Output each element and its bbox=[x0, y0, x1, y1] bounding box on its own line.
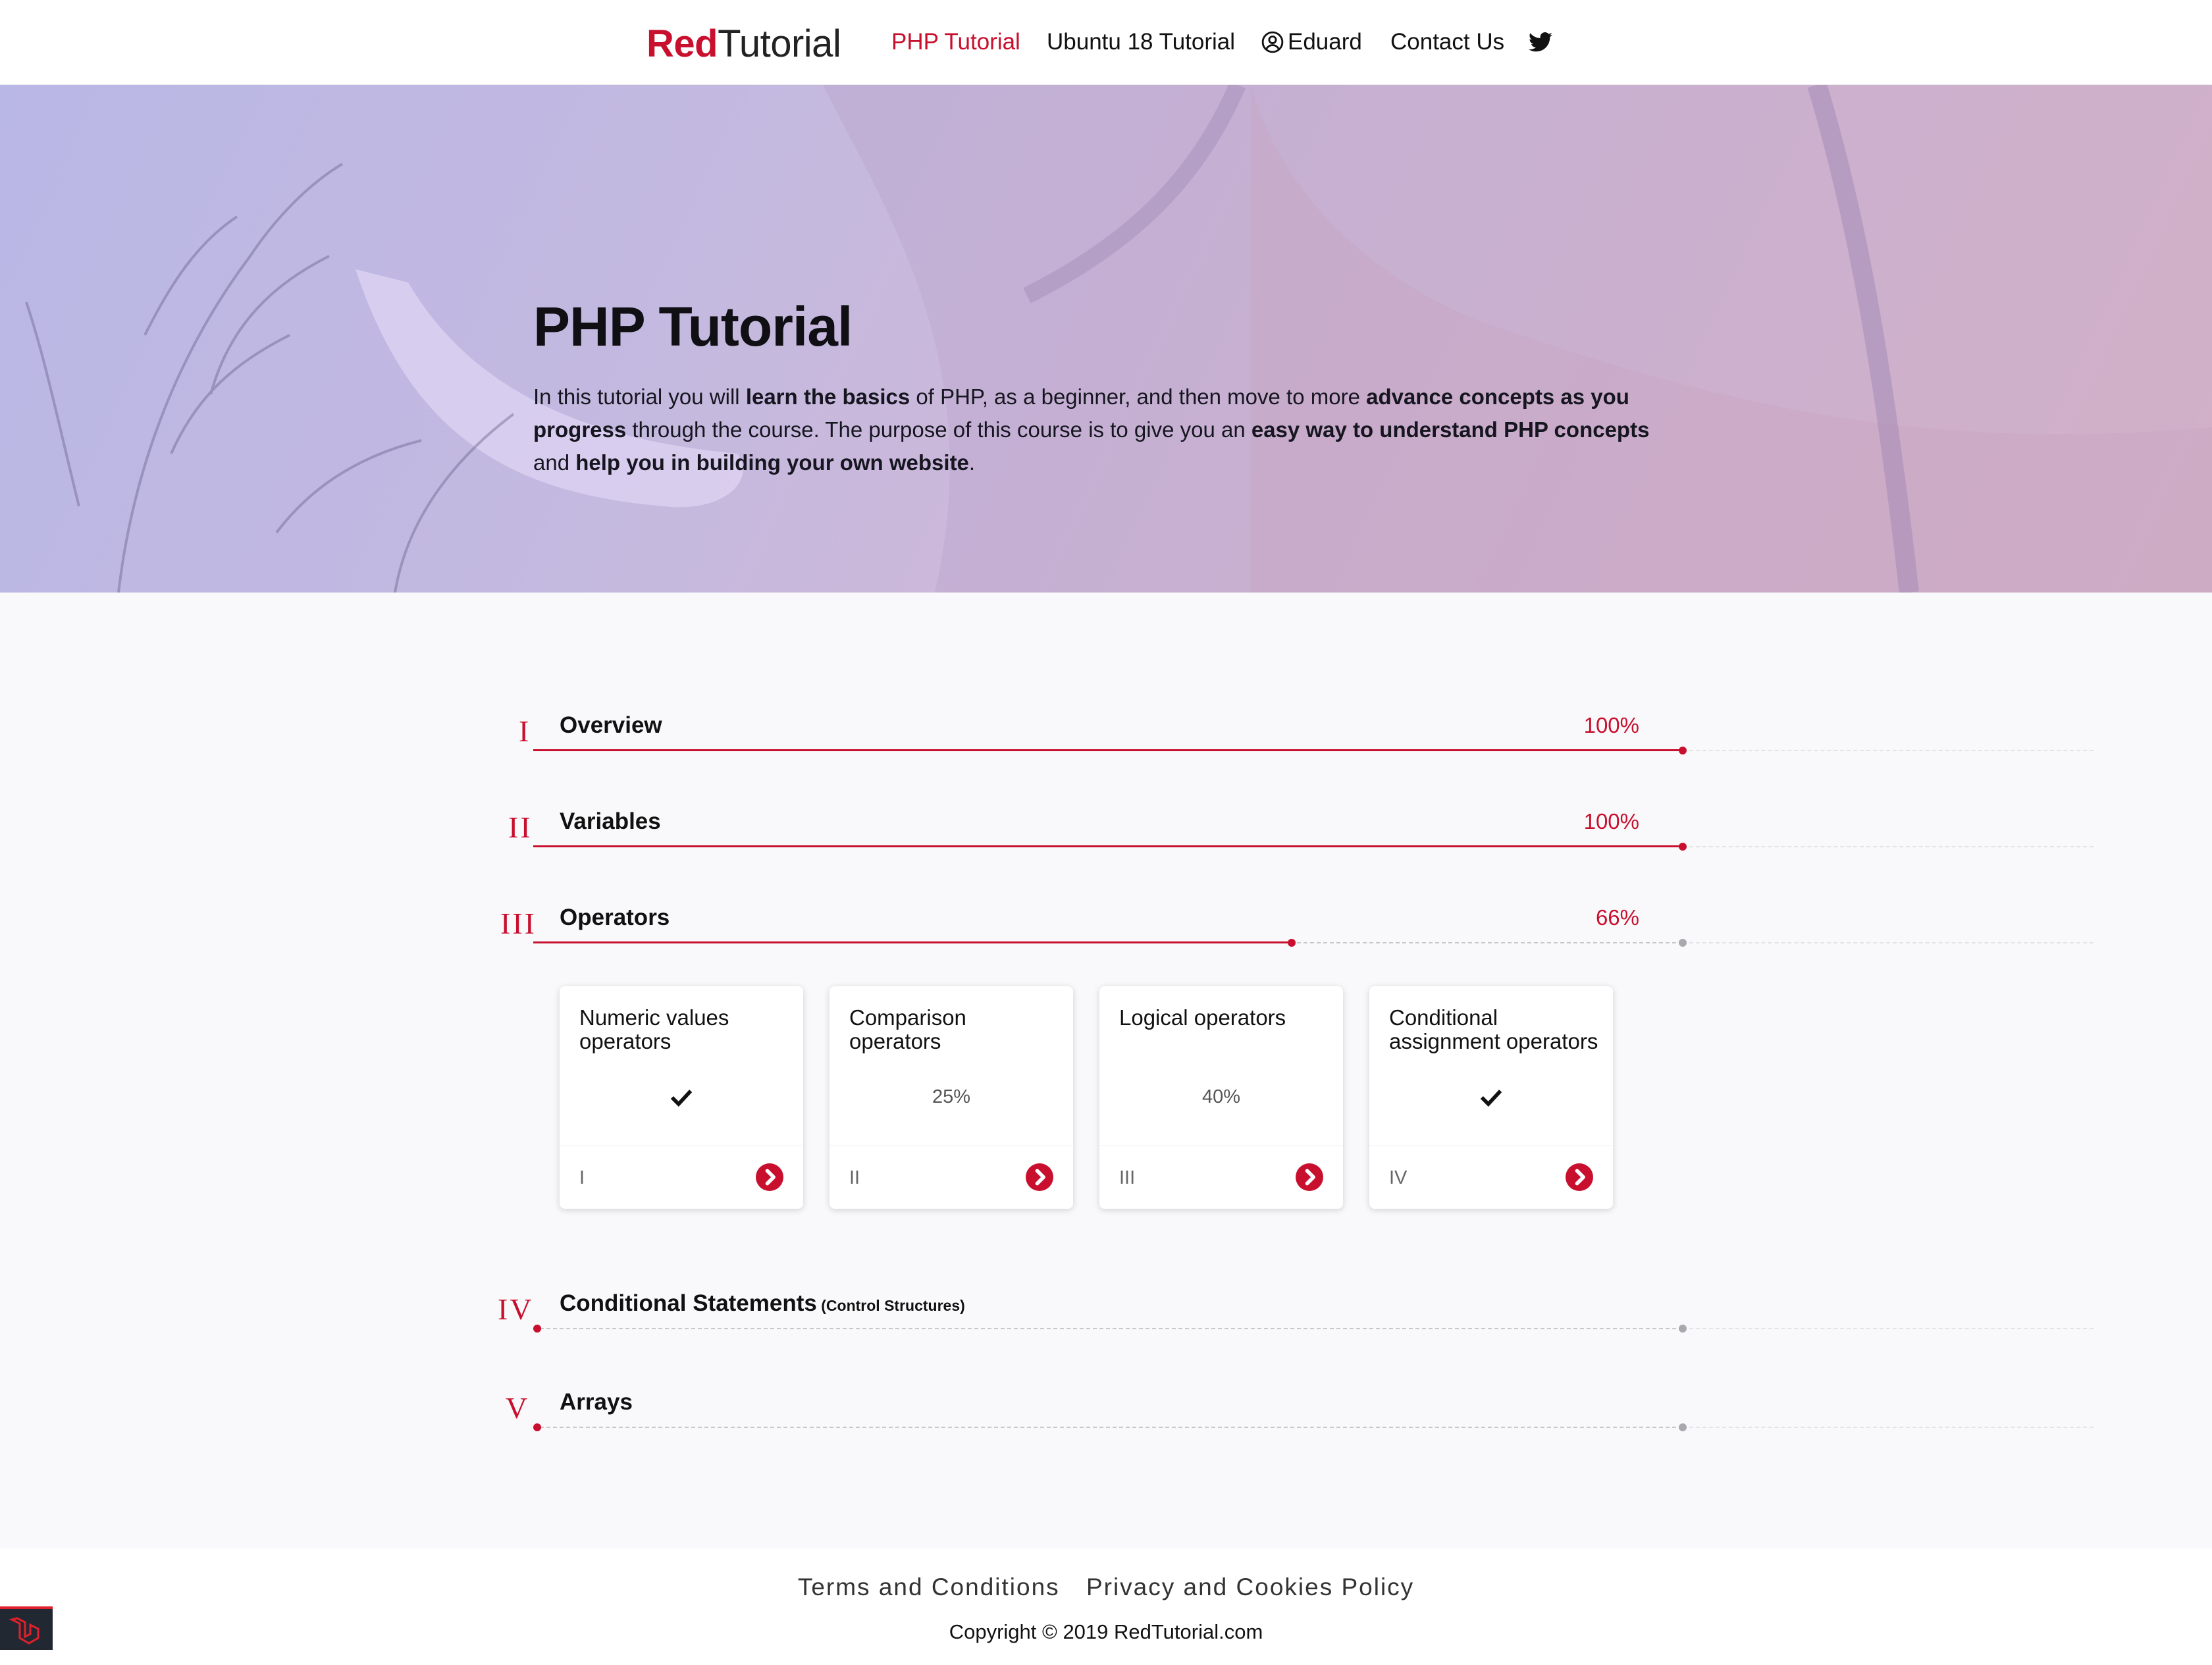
hero-text-bold-segment: learn the basics bbox=[745, 384, 910, 409]
section-roman-numeral: V bbox=[506, 1391, 530, 1425]
lesson-card-title: Numeric values operators bbox=[579, 1005, 729, 1053]
section-roman-numeral: III bbox=[500, 907, 537, 940]
nav-link-contact-us[interactable]: Contact Us bbox=[1390, 28, 1504, 57]
section-progress-fill bbox=[533, 749, 1683, 751]
section-progress-track bbox=[533, 1328, 1683, 1329]
section-title-operators[interactable]: Operators bbox=[560, 903, 670, 932]
user-circle-icon bbox=[1261, 31, 1284, 53]
section-track-extension bbox=[1683, 1427, 2094, 1428]
section-progress-dot bbox=[533, 1423, 541, 1431]
section-track-extension bbox=[1683, 750, 2094, 751]
hero-text-segment: . bbox=[968, 450, 976, 475]
lesson-card-number: I bbox=[579, 1167, 585, 1188]
laravel-debug-badge[interactable] bbox=[0, 1606, 53, 1650]
section-track-end-dot bbox=[1679, 1423, 1687, 1431]
copyright: Copyright © 2019 RedTutorial.com bbox=[949, 1620, 1263, 1643]
lesson-card-title: Conditional assignment operators bbox=[1389, 1005, 1598, 1053]
section-title-conditional-statements[interactable]: Conditional Statements (Control Structur… bbox=[560, 1289, 965, 1320]
checkmark-icon bbox=[1480, 1090, 1502, 1107]
section-progress-track bbox=[533, 1427, 1683, 1428]
hero-text-segment: In this tutorial you will bbox=[533, 384, 746, 409]
chevron-right-circle-icon[interactable] bbox=[1026, 1163, 1053, 1191]
top-navbar: RedTutorial PHP Tutorial Ubuntu 18 Tutor… bbox=[0, 0, 2212, 85]
section-roman-numeral: II bbox=[508, 810, 533, 844]
lesson-card-footer: IV bbox=[1369, 1146, 1613, 1209]
page-title: PHP Tutorial bbox=[533, 296, 853, 357]
laravel-icon bbox=[9, 1617, 40, 1645]
hero-text-segment: and bbox=[533, 450, 576, 475]
section-title-overview[interactable]: Overview bbox=[560, 711, 662, 740]
lesson-card[interactable]: Numeric values operators I bbox=[560, 986, 803, 1209]
section-title-text: Arrays bbox=[560, 1389, 633, 1415]
section-track-end-dot bbox=[1679, 747, 1687, 754]
section-track-end-dot bbox=[1679, 1325, 1687, 1333]
chevron-right-circle-icon[interactable] bbox=[756, 1163, 783, 1191]
site-logo[interactable]: RedTutorial bbox=[646, 22, 841, 66]
lesson-card-progress: 25% bbox=[932, 1086, 971, 1107]
lesson-card[interactable]: Conditional assignment operators IV bbox=[1369, 986, 1613, 1209]
hero-text-segment: through the course. The purpose of this … bbox=[626, 417, 1251, 442]
nav-link-ubuntu-tutorial[interactable]: Ubuntu 18 Tutorial bbox=[1047, 28, 1235, 57]
hero-description: In this tutorial you will learn the basi… bbox=[533, 381, 1666, 479]
section-track-end-dot bbox=[1679, 939, 1687, 947]
lesson-card-title: Comparison operators bbox=[849, 1005, 966, 1053]
section-title-arrays[interactable]: Arrays bbox=[560, 1388, 633, 1417]
lesson-card-number: II bbox=[849, 1167, 860, 1188]
lesson-card-footer: III bbox=[1099, 1146, 1343, 1209]
lesson-card-title: Logical operators bbox=[1119, 1005, 1286, 1030]
section-progress-label: 66% bbox=[1595, 905, 1639, 930]
section-subtitle: (Control Structures) bbox=[816, 1297, 965, 1314]
section-track-extension bbox=[1683, 942, 2094, 943]
chevron-right-circle-icon[interactable] bbox=[1296, 1163, 1323, 1191]
footer: Terms and Conditions Privacy and Cookies… bbox=[0, 1548, 2212, 1665]
hero-text-segment: of PHP, as a beginner, and then move to … bbox=[910, 384, 1367, 409]
hero-background-illustration bbox=[25, 85, 2212, 593]
section-title-text: Overview bbox=[560, 712, 662, 738]
page: RedTutorial PHP Tutorial Ubuntu 18 Tutor… bbox=[0, 0, 2212, 1665]
lesson-card-number: III bbox=[1119, 1167, 1136, 1188]
nav-link-php-tutorial[interactable]: PHP Tutorial bbox=[891, 28, 1020, 57]
lesson-card-footer: II bbox=[830, 1146, 1073, 1209]
chevron-right-circle-icon[interactable] bbox=[1566, 1163, 1593, 1191]
logo-red-part: Red bbox=[646, 22, 718, 65]
twitter-icon[interactable] bbox=[1529, 31, 1552, 53]
logo-rest-part: Tutorial bbox=[718, 22, 841, 65]
hero-text-bold-segment: easy way to understand PHP concepts bbox=[1251, 417, 1650, 442]
section-progress-label: 100% bbox=[1583, 713, 1639, 737]
terms-link[interactable]: Terms and Conditions bbox=[798, 1573, 1060, 1600]
section-track-end-dot bbox=[1679, 843, 1687, 851]
section-title-variables[interactable]: Variables bbox=[560, 807, 661, 836]
lesson-card-number: IV bbox=[1389, 1167, 1408, 1188]
section-roman-numeral: I bbox=[519, 714, 531, 748]
section-title-text: Variables bbox=[560, 808, 661, 834]
lesson-card-footer: I bbox=[560, 1146, 803, 1209]
lesson-card[interactable]: Comparison operators 25% II bbox=[830, 986, 1073, 1209]
section-roman-numeral: IV bbox=[498, 1292, 534, 1326]
section-progress-fill bbox=[533, 845, 1683, 847]
footer-links: Terms and Conditions Privacy and Cookies… bbox=[0, 1571, 2212, 1604]
section-title-text: Operators bbox=[560, 905, 670, 930]
section-progress-label: 100% bbox=[1583, 809, 1639, 833]
lesson-card[interactable]: Logical operators 40% III bbox=[1099, 986, 1343, 1209]
nav-link-user[interactable]: Eduard bbox=[1261, 28, 1362, 57]
privacy-link[interactable]: Privacy and Cookies Policy bbox=[1086, 1573, 1414, 1600]
hero-banner: PHP Tutorial In this tutorial you will l… bbox=[0, 85, 2212, 593]
section-track-extension bbox=[1683, 846, 2094, 847]
section-progress-fill bbox=[533, 941, 1292, 943]
section-progress-dot bbox=[533, 1325, 541, 1333]
lesson-card-progress: 40% bbox=[1201, 1086, 1241, 1107]
section-title-text: Conditional Statements bbox=[560, 1290, 817, 1316]
hero-text-bold-segment: help you in building your own website bbox=[575, 450, 969, 475]
nav-user-name: Eduard bbox=[1288, 29, 1362, 55]
section-track-extension bbox=[1683, 1328, 2094, 1329]
checkmark-icon bbox=[670, 1090, 693, 1107]
section-progress-dot bbox=[1288, 939, 1296, 947]
